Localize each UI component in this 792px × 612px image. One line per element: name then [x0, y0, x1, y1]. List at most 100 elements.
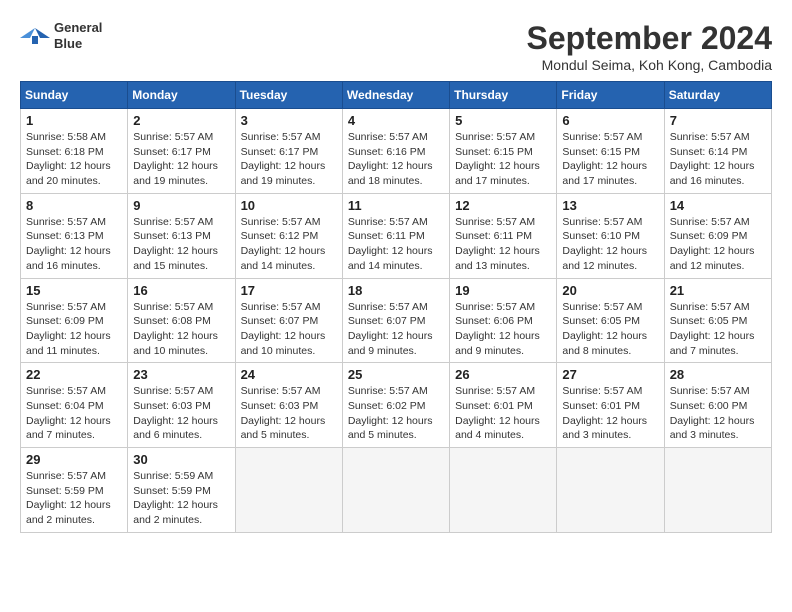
- day-info: Sunrise: 5:57 AM Sunset: 6:05 PM Dayligh…: [670, 300, 766, 359]
- table-row: [235, 448, 342, 533]
- calendar-week-row: 29 Sunrise: 5:57 AM Sunset: 5:59 PM Dayl…: [21, 448, 772, 533]
- day-number: 22: [26, 367, 122, 382]
- calendar-week-row: 22 Sunrise: 5:57 AM Sunset: 6:04 PM Dayl…: [21, 363, 772, 448]
- table-row: 13 Sunrise: 5:57 AM Sunset: 6:10 PM Dayl…: [557, 193, 664, 278]
- day-info: Sunrise: 5:57 AM Sunset: 6:11 PM Dayligh…: [455, 215, 551, 274]
- table-row: 16 Sunrise: 5:57 AM Sunset: 6:08 PM Dayl…: [128, 278, 235, 363]
- table-row: 9 Sunrise: 5:57 AM Sunset: 6:13 PM Dayli…: [128, 193, 235, 278]
- day-number: 18: [348, 283, 444, 298]
- table-row: [664, 448, 771, 533]
- day-number: 1: [26, 113, 122, 128]
- day-info: Sunrise: 5:57 AM Sunset: 6:10 PM Dayligh…: [562, 215, 658, 274]
- day-info: Sunrise: 5:57 AM Sunset: 6:11 PM Dayligh…: [348, 215, 444, 274]
- calendar-week-row: 15 Sunrise: 5:57 AM Sunset: 6:09 PM Dayl…: [21, 278, 772, 363]
- day-number: 30: [133, 452, 229, 467]
- day-info: Sunrise: 5:59 AM Sunset: 5:59 PM Dayligh…: [133, 469, 229, 528]
- day-info: Sunrise: 5:57 AM Sunset: 6:01 PM Dayligh…: [562, 384, 658, 443]
- day-number: 2: [133, 113, 229, 128]
- table-row: 10 Sunrise: 5:57 AM Sunset: 6:12 PM Dayl…: [235, 193, 342, 278]
- day-number: 3: [241, 113, 337, 128]
- day-number: 6: [562, 113, 658, 128]
- table-row: 27 Sunrise: 5:57 AM Sunset: 6:01 PM Dayl…: [557, 363, 664, 448]
- table-row: 17 Sunrise: 5:57 AM Sunset: 6:07 PM Dayl…: [235, 278, 342, 363]
- header-monday: Monday: [128, 82, 235, 109]
- day-number: 23: [133, 367, 229, 382]
- day-number: 10: [241, 198, 337, 213]
- table-row: 29 Sunrise: 5:57 AM Sunset: 5:59 PM Dayl…: [21, 448, 128, 533]
- table-row: 23 Sunrise: 5:57 AM Sunset: 6:03 PM Dayl…: [128, 363, 235, 448]
- day-info: Sunrise: 5:57 AM Sunset: 6:13 PM Dayligh…: [26, 215, 122, 274]
- day-info: Sunrise: 5:57 AM Sunset: 6:07 PM Dayligh…: [241, 300, 337, 359]
- calendar-week-row: 1 Sunrise: 5:58 AM Sunset: 6:18 PM Dayli…: [21, 109, 772, 194]
- logo: General Blue: [20, 20, 102, 51]
- day-number: 14: [670, 198, 766, 213]
- day-number: 16: [133, 283, 229, 298]
- day-info: Sunrise: 5:57 AM Sunset: 6:14 PM Dayligh…: [670, 130, 766, 189]
- table-row: 4 Sunrise: 5:57 AM Sunset: 6:16 PM Dayli…: [342, 109, 449, 194]
- table-row: 26 Sunrise: 5:57 AM Sunset: 6:01 PM Dayl…: [450, 363, 557, 448]
- calendar-table: Sunday Monday Tuesday Wednesday Thursday…: [20, 81, 772, 533]
- header-thursday: Thursday: [450, 82, 557, 109]
- table-row: 30 Sunrise: 5:59 AM Sunset: 5:59 PM Dayl…: [128, 448, 235, 533]
- day-number: 29: [26, 452, 122, 467]
- day-info: Sunrise: 5:57 AM Sunset: 6:05 PM Dayligh…: [562, 300, 658, 359]
- day-info: Sunrise: 5:57 AM Sunset: 6:15 PM Dayligh…: [455, 130, 551, 189]
- month-title: September 2024: [527, 20, 772, 57]
- day-number: 25: [348, 367, 444, 382]
- day-number: 15: [26, 283, 122, 298]
- table-row: 21 Sunrise: 5:57 AM Sunset: 6:05 PM Dayl…: [664, 278, 771, 363]
- day-number: 19: [455, 283, 551, 298]
- table-row: 22 Sunrise: 5:57 AM Sunset: 6:04 PM Dayl…: [21, 363, 128, 448]
- day-info: Sunrise: 5:57 AM Sunset: 6:06 PM Dayligh…: [455, 300, 551, 359]
- day-number: 27: [562, 367, 658, 382]
- day-number: 9: [133, 198, 229, 213]
- table-row: 19 Sunrise: 5:57 AM Sunset: 6:06 PM Dayl…: [450, 278, 557, 363]
- day-number: 28: [670, 367, 766, 382]
- table-row: [450, 448, 557, 533]
- day-number: 5: [455, 113, 551, 128]
- table-row: 25 Sunrise: 5:57 AM Sunset: 6:02 PM Dayl…: [342, 363, 449, 448]
- day-info: Sunrise: 5:57 AM Sunset: 6:17 PM Dayligh…: [133, 130, 229, 189]
- day-number: 17: [241, 283, 337, 298]
- day-info: Sunrise: 5:57 AM Sunset: 6:08 PM Dayligh…: [133, 300, 229, 359]
- table-row: 24 Sunrise: 5:57 AM Sunset: 6:03 PM Dayl…: [235, 363, 342, 448]
- day-info: Sunrise: 5:57 AM Sunset: 6:01 PM Dayligh…: [455, 384, 551, 443]
- table-row: 28 Sunrise: 5:57 AM Sunset: 6:00 PM Dayl…: [664, 363, 771, 448]
- day-number: 8: [26, 198, 122, 213]
- day-info: Sunrise: 5:57 AM Sunset: 6:03 PM Dayligh…: [241, 384, 337, 443]
- table-row: 1 Sunrise: 5:58 AM Sunset: 6:18 PM Dayli…: [21, 109, 128, 194]
- table-row: 2 Sunrise: 5:57 AM Sunset: 6:17 PM Dayli…: [128, 109, 235, 194]
- table-row: 11 Sunrise: 5:57 AM Sunset: 6:11 PM Dayl…: [342, 193, 449, 278]
- day-info: Sunrise: 5:58 AM Sunset: 6:18 PM Dayligh…: [26, 130, 122, 189]
- day-info: Sunrise: 5:57 AM Sunset: 6:04 PM Dayligh…: [26, 384, 122, 443]
- day-number: 12: [455, 198, 551, 213]
- logo-text: General Blue: [54, 20, 102, 51]
- day-number: 13: [562, 198, 658, 213]
- day-number: 24: [241, 367, 337, 382]
- logo-bird-icon: [20, 24, 50, 48]
- header-wednesday: Wednesday: [342, 82, 449, 109]
- table-row: 3 Sunrise: 5:57 AM Sunset: 6:17 PM Dayli…: [235, 109, 342, 194]
- weekday-header-row: Sunday Monday Tuesday Wednesday Thursday…: [21, 82, 772, 109]
- day-info: Sunrise: 5:57 AM Sunset: 6:17 PM Dayligh…: [241, 130, 337, 189]
- table-row: 8 Sunrise: 5:57 AM Sunset: 6:13 PM Dayli…: [21, 193, 128, 278]
- day-info: Sunrise: 5:57 AM Sunset: 6:16 PM Dayligh…: [348, 130, 444, 189]
- day-number: 4: [348, 113, 444, 128]
- day-number: 26: [455, 367, 551, 382]
- header-friday: Friday: [557, 82, 664, 109]
- day-number: 20: [562, 283, 658, 298]
- location-subtitle: Mondul Seima, Koh Kong, Cambodia: [527, 57, 772, 73]
- day-info: Sunrise: 5:57 AM Sunset: 5:59 PM Dayligh…: [26, 469, 122, 528]
- title-block: September 2024 Mondul Seima, Koh Kong, C…: [527, 20, 772, 73]
- day-number: 7: [670, 113, 766, 128]
- table-row: [557, 448, 664, 533]
- table-row: 18 Sunrise: 5:57 AM Sunset: 6:07 PM Dayl…: [342, 278, 449, 363]
- day-info: Sunrise: 5:57 AM Sunset: 6:15 PM Dayligh…: [562, 130, 658, 189]
- day-info: Sunrise: 5:57 AM Sunset: 6:03 PM Dayligh…: [133, 384, 229, 443]
- day-info: Sunrise: 5:57 AM Sunset: 6:09 PM Dayligh…: [670, 215, 766, 274]
- table-row: 7 Sunrise: 5:57 AM Sunset: 6:14 PM Dayli…: [664, 109, 771, 194]
- header-sunday: Sunday: [21, 82, 128, 109]
- calendar-week-row: 8 Sunrise: 5:57 AM Sunset: 6:13 PM Dayli…: [21, 193, 772, 278]
- header-saturday: Saturday: [664, 82, 771, 109]
- table-row: 14 Sunrise: 5:57 AM Sunset: 6:09 PM Dayl…: [664, 193, 771, 278]
